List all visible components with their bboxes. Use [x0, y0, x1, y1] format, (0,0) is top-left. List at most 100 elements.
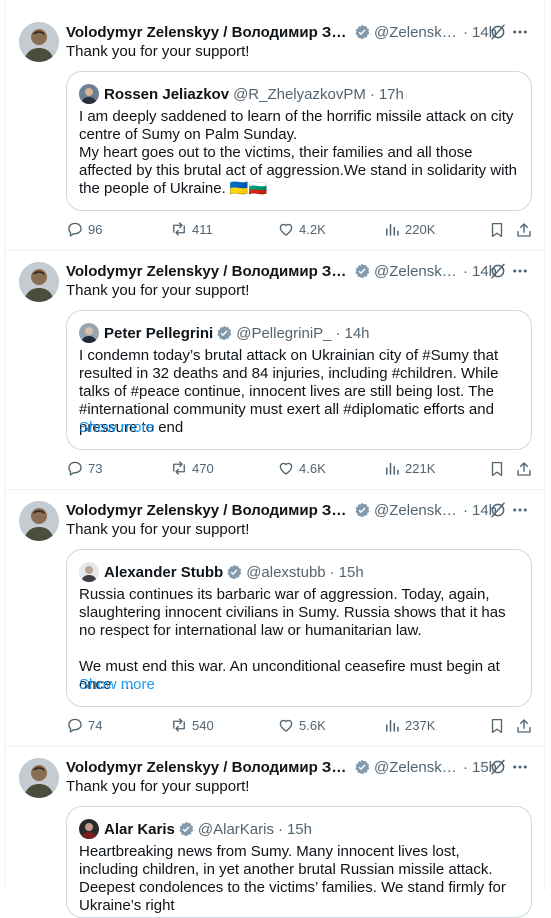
repost-button[interactable]: 540 [170, 716, 214, 734]
quote-header: Alexander Stubb @alexstubb · 15h [79, 562, 364, 582]
author-handle[interactable]: @ZelenskyyUa [374, 502, 459, 519]
quote-author-handle: @R_ZhelyazkovPM [233, 85, 366, 103]
avatar[interactable] [19, 262, 59, 302]
tweet[interactable]: Volodymyr Zelenskyy / Володимир Зеленськ… [5, 250, 544, 490]
reply-count: 74 [88, 717, 103, 733]
quote-header: Alar Karis @AlarKaris · 15h [79, 819, 312, 839]
like-button[interactable]: 4.2K [277, 220, 326, 238]
repost-icon [173, 461, 185, 475]
like-count: 4.2K [299, 221, 326, 237]
author-name[interactable]: Volodymyr Zelenskyy / Володимир Зеленськ… [66, 759, 351, 776]
bookmark-icon[interactable] [488, 717, 506, 735]
quoted-tweet[interactable]: Rossen Jeliazkov @R_ZhelyazkovPM · 17h I… [66, 71, 532, 211]
tweet[interactable]: Volodymyr Zelenskyy / Володимир Зеленськ… [5, 489, 544, 747]
verified-badge-icon [355, 759, 370, 775]
quote-author-name: Peter Pellegrini [104, 324, 214, 342]
quote-avatar [79, 323, 99, 343]
repost-count: 470 [192, 460, 214, 476]
more-icon[interactable] [511, 23, 529, 41]
quote-author-name: Alexander Stubb [104, 563, 224, 581]
author-name[interactable]: Volodymyr Zelenskyy / Володимир Зеленськ… [66, 24, 351, 41]
grok-icon[interactable] [489, 262, 507, 280]
quote-author-handle: @PellegriniP_ [236, 324, 332, 342]
show-more-link[interactable]: Show more [79, 419, 155, 436]
more-icon[interactable] [511, 758, 529, 776]
more-icon[interactable] [511, 262, 529, 280]
author-name[interactable]: Volodymyr Zelenskyy / Володимир Зеленськ… [66, 502, 351, 519]
reply-icon [68, 718, 82, 733]
views-button[interactable]: 220K [383, 220, 435, 238]
share-icon[interactable] [515, 221, 533, 239]
reply-icon [68, 461, 82, 476]
quote-author-handle: @AlarKaris [197, 820, 274, 838]
quote-timestamp: 15h [286, 820, 312, 838]
verified-badge-icon [227, 564, 242, 580]
grok-icon[interactable] [489, 23, 507, 41]
quoted-tweet[interactable]: Alexander Stubb @alexstubb · 15h Russia … [66, 549, 532, 707]
views-icon [386, 462, 399, 475]
quote-avatar [79, 562, 99, 582]
tweet-text: Thank you for your support! [66, 43, 250, 60]
verified-badge-icon [217, 325, 232, 341]
author-handle[interactable]: @ZelenskyyUa [374, 263, 459, 280]
views-button[interactable]: 221K [383, 459, 435, 477]
tweet-text: Thank you for your support! [66, 282, 250, 299]
tweet-header: Volodymyr Zelenskyy / Володимир Зеленськ… [66, 23, 498, 41]
views-button[interactable]: 237K [383, 716, 435, 734]
repost-icon [173, 222, 185, 236]
avatar[interactable] [19, 501, 59, 541]
repost-button[interactable]: 411 [170, 220, 213, 238]
share-icon[interactable] [515, 460, 533, 478]
grok-icon[interactable] [489, 758, 507, 776]
repost-button[interactable]: 470 [170, 459, 214, 477]
quote-timestamp: 14h [344, 324, 370, 342]
action-bar: 73 470 4.6K 221K [66, 459, 536, 479]
tweet-text: Thank you for your support! [66, 521, 250, 538]
reply-count: 96 [88, 221, 103, 237]
quoted-tweet[interactable]: Peter Pellegrini @PellegriniP_ · 14h I c… [66, 310, 532, 450]
like-icon [279, 223, 293, 236]
quote-timestamp: 15h [338, 563, 364, 581]
author-handle[interactable]: @ZelenskyyUa [374, 759, 459, 776]
bookmark-icon[interactable] [488, 460, 506, 478]
verified-badge-icon [355, 502, 370, 518]
action-bar: 74 540 5.6K 237K [66, 716, 536, 736]
quote-author-name: Rossen Jeliazkov [104, 85, 230, 103]
like-count: 5.6K [299, 717, 326, 733]
more-icon[interactable] [511, 501, 529, 519]
quote-timestamp: 17h [378, 85, 404, 103]
quote-text: Heartbreaking news from Sumy. Many innoc… [79, 843, 506, 914]
reply-button[interactable]: 96 [66, 220, 102, 238]
author-handle[interactable]: @ZelenskyyUa [374, 24, 459, 41]
author-name[interactable]: Volodymyr Zelenskyy / Володимир Зеленськ… [66, 263, 351, 280]
reply-count: 73 [88, 460, 103, 476]
repost-count: 540 [192, 717, 214, 733]
repost-icon [173, 718, 185, 732]
reply-button[interactable]: 74 [66, 716, 102, 734]
like-icon [279, 719, 293, 732]
quote-header: Peter Pellegrini @PellegriniP_ · 14h [79, 323, 370, 343]
avatar[interactable] [19, 22, 59, 62]
tweet[interactable]: Volodymyr Zelenskyy / Володимир Зеленськ… [5, 0, 544, 251]
views-icon [386, 719, 399, 732]
repost-count: 411 [192, 221, 213, 237]
quoted-tweet[interactable]: Alar Karis @AlarKaris · 15h Heartbreakin… [66, 806, 532, 918]
quote-author-name: Alar Karis [104, 820, 175, 838]
action-bar: 96 411 4.2K 220K [66, 220, 536, 240]
quote-header: Rossen Jeliazkov @R_ZhelyazkovPM · 17h [79, 84, 404, 104]
view-count: 221K [405, 460, 436, 476]
verified-badge-icon [355, 24, 370, 40]
verified-badge-icon [179, 821, 194, 837]
quote-text: I am deeply saddened to learn of the hor… [79, 108, 518, 197]
avatar[interactable] [19, 758, 59, 798]
tweet[interactable]: Volodymyr Zelenskyy / Володимир Зеленськ… [5, 746, 544, 918]
share-icon[interactable] [515, 717, 533, 735]
like-button[interactable]: 4.6K [277, 459, 326, 477]
reply-button[interactable]: 73 [66, 459, 102, 477]
bookmark-icon[interactable] [488, 221, 506, 239]
grok-icon[interactable] [489, 501, 507, 519]
like-button[interactable]: 5.6K [277, 716, 326, 734]
quote-author-handle: @alexstubb [246, 563, 326, 581]
like-count: 4.6K [299, 460, 326, 476]
show-more-link[interactable]: Show more [79, 676, 155, 693]
